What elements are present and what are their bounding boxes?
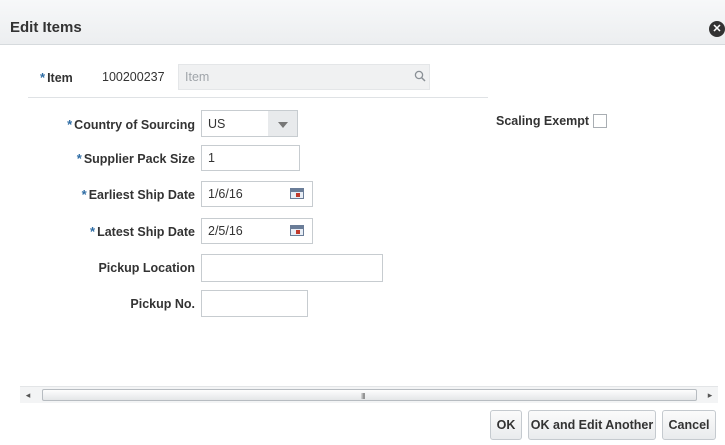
scrollbar-grip-icon: III	[361, 392, 366, 401]
earliest-ship-date-label: Earliest Ship Date	[88, 188, 195, 202]
item-separator	[28, 97, 488, 98]
pickup-no-label: Pickup No.	[130, 297, 195, 311]
ok-button[interactable]: OK	[490, 410, 522, 440]
required-marker: *	[81, 187, 87, 202]
required-marker: *	[76, 151, 82, 166]
calendar-icon[interactable]	[290, 225, 304, 236]
scrollbar-thumb[interactable]: III	[42, 389, 697, 401]
pickup-location-input[interactable]	[201, 254, 383, 282]
item-label-wrapper: * Item	[40, 70, 73, 85]
ok-and-edit-another-button[interactable]: OK and Edit Another	[528, 410, 656, 440]
required-marker: *	[90, 224, 96, 239]
country-of-sourcing-label: Country of Sourcing	[74, 118, 195, 132]
latest-ship-date-label: Latest Ship Date	[97, 225, 195, 239]
calendar-icon[interactable]	[290, 188, 304, 199]
supplier-pack-size-input[interactable]	[201, 145, 300, 171]
search-icon[interactable]	[414, 70, 426, 82]
required-marker: *	[67, 117, 73, 132]
scaling-exempt-label-wrapper: Scaling Exempt	[496, 114, 589, 128]
latest-ship-date-label-wrapper: * Latest Ship Date	[90, 224, 195, 239]
required-marker: *	[40, 70, 46, 85]
horizontal-scrollbar[interactable]: ◂ III ▸	[20, 386, 718, 403]
item-description-area: Item	[178, 64, 430, 90]
chevron-down-icon[interactable]	[268, 110, 298, 137]
pickup-no-input[interactable]	[201, 290, 308, 317]
cancel-button[interactable]: Cancel	[662, 410, 716, 440]
scroll-left-icon[interactable]: ◂	[20, 387, 36, 403]
country-of-sourcing-label-wrapper: * Country of Sourcing	[67, 117, 195, 132]
item-input[interactable]	[96, 64, 176, 90]
scroll-right-icon[interactable]: ▸	[702, 387, 718, 403]
scaling-exempt-label: Scaling Exempt	[496, 114, 590, 128]
pickup-location-label: Pickup Location	[98, 261, 195, 275]
item-description-field: Item	[178, 64, 430, 90]
dialog-titlebar: Edit Items ✕	[0, 0, 725, 45]
supplier-pack-size-label: Supplier Pack Size	[83, 152, 195, 166]
item-label: Item	[47, 71, 73, 85]
earliest-ship-date-label-wrapper: * Earliest Ship Date	[82, 187, 195, 202]
close-icon[interactable]: ✕	[709, 21, 725, 37]
supplier-pack-size-label-wrapper: * Supplier Pack Size	[77, 151, 195, 166]
pickup-no-label-wrapper: Pickup No.	[130, 297, 195, 311]
pickup-location-label-wrapper: Pickup Location	[98, 261, 195, 275]
dialog-title: Edit Items	[10, 19, 82, 36]
edit-items-dialog: Edit Items ✕ *Item Item *Country of Sour…	[0, 0, 725, 445]
country-of-sourcing-select[interactable]	[201, 110, 269, 137]
scaling-exempt-checkbox[interactable]	[593, 114, 607, 128]
